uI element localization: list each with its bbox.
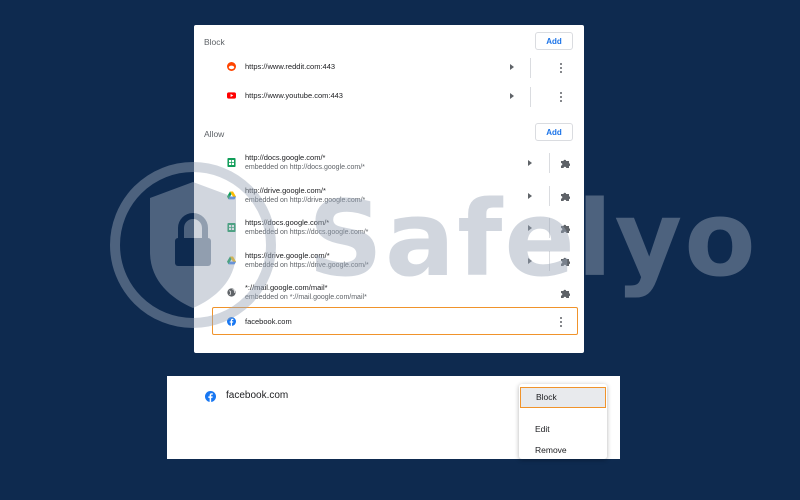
chevron-right-icon[interactable] [528, 258, 532, 264]
divider [549, 218, 550, 238]
allow-row[interactable]: http://drive.google.com/* embedded on ht… [194, 182, 584, 214]
google-sheets-icon [227, 158, 236, 167]
site-settings-panel: Block Add https://www.reddit.com:443 htt… [194, 25, 584, 353]
puzzle-extension-icon [561, 224, 570, 233]
allow-embedded-on: embedded on https://docs.google.com/* [245, 229, 369, 236]
allow-section-title: Allow [204, 129, 225, 139]
puzzle-extension-icon [561, 257, 570, 266]
allow-url: https://drive.google.com/* [245, 251, 330, 260]
google-drive-icon [227, 191, 236, 200]
allow-url: https://docs.google.com/* [245, 218, 330, 227]
allow-url: *://mail.google.com/mail* [245, 283, 328, 292]
globe-icon [227, 288, 236, 297]
allow-embedded-on: embedded on https://drive.google.com/* [245, 262, 369, 269]
block-add-button[interactable]: Add [535, 32, 573, 50]
chevron-right-icon[interactable] [528, 193, 532, 199]
allow-embedded-on: embedded on *://mail.google.com/mail* [245, 294, 367, 301]
google-sheets-icon [227, 223, 236, 232]
site-label: facebook.com [226, 390, 289, 401]
divider [549, 251, 550, 271]
block-section-title: Block [204, 37, 225, 47]
google-drive-icon [227, 256, 236, 265]
more-options-icon[interactable] [560, 92, 563, 103]
more-options-icon[interactable] [560, 63, 563, 74]
menu-item-remove[interactable]: Remove [519, 440, 607, 461]
divider [549, 153, 550, 173]
allow-row[interactable]: http://docs.google.com/* embedded on htt… [194, 149, 584, 181]
context-menu-panel: facebook.com Block Edit Remove [167, 376, 620, 459]
divider [549, 186, 550, 206]
menu-item-edit[interactable]: Edit [519, 419, 607, 440]
chevron-right-icon[interactable] [510, 93, 514, 99]
allow-add-button[interactable]: Add [535, 123, 573, 141]
chevron-right-icon[interactable] [510, 64, 514, 70]
menu-item-block[interactable]: Block [520, 387, 606, 408]
puzzle-extension-icon [561, 289, 570, 298]
block-row-reddit[interactable]: https://www.reddit.com:443 [194, 52, 584, 84]
facebook-icon [205, 391, 216, 402]
allow-url: http://drive.google.com/* [245, 186, 326, 195]
chevron-right-icon[interactable] [528, 160, 532, 166]
allow-row[interactable]: https://drive.google.com/* embedded on h… [194, 247, 584, 279]
allow-embedded-on: embedded on http://drive.google.com/* [245, 197, 366, 204]
block-url: https://www.reddit.com:443 [245, 62, 336, 71]
divider [530, 87, 531, 107]
context-menu: Block Edit Remove [519, 384, 607, 459]
puzzle-extension-icon [561, 159, 570, 168]
highlight-box [212, 307, 578, 335]
youtube-icon [227, 92, 236, 99]
reddit-icon [227, 62, 236, 71]
allow-row[interactable]: https://docs.google.com/* embedded on ht… [194, 214, 584, 246]
allow-embedded-on: embedded on http://docs.google.com/* [245, 164, 365, 171]
divider [530, 58, 531, 78]
block-row-youtube[interactable]: https://www.youtube.com:443 [194, 81, 584, 113]
puzzle-extension-icon [561, 192, 570, 201]
block-url: https://www.youtube.com:443 [245, 91, 343, 100]
chevron-right-icon[interactable] [528, 225, 532, 231]
allow-url: http://docs.google.com/* [245, 153, 326, 162]
